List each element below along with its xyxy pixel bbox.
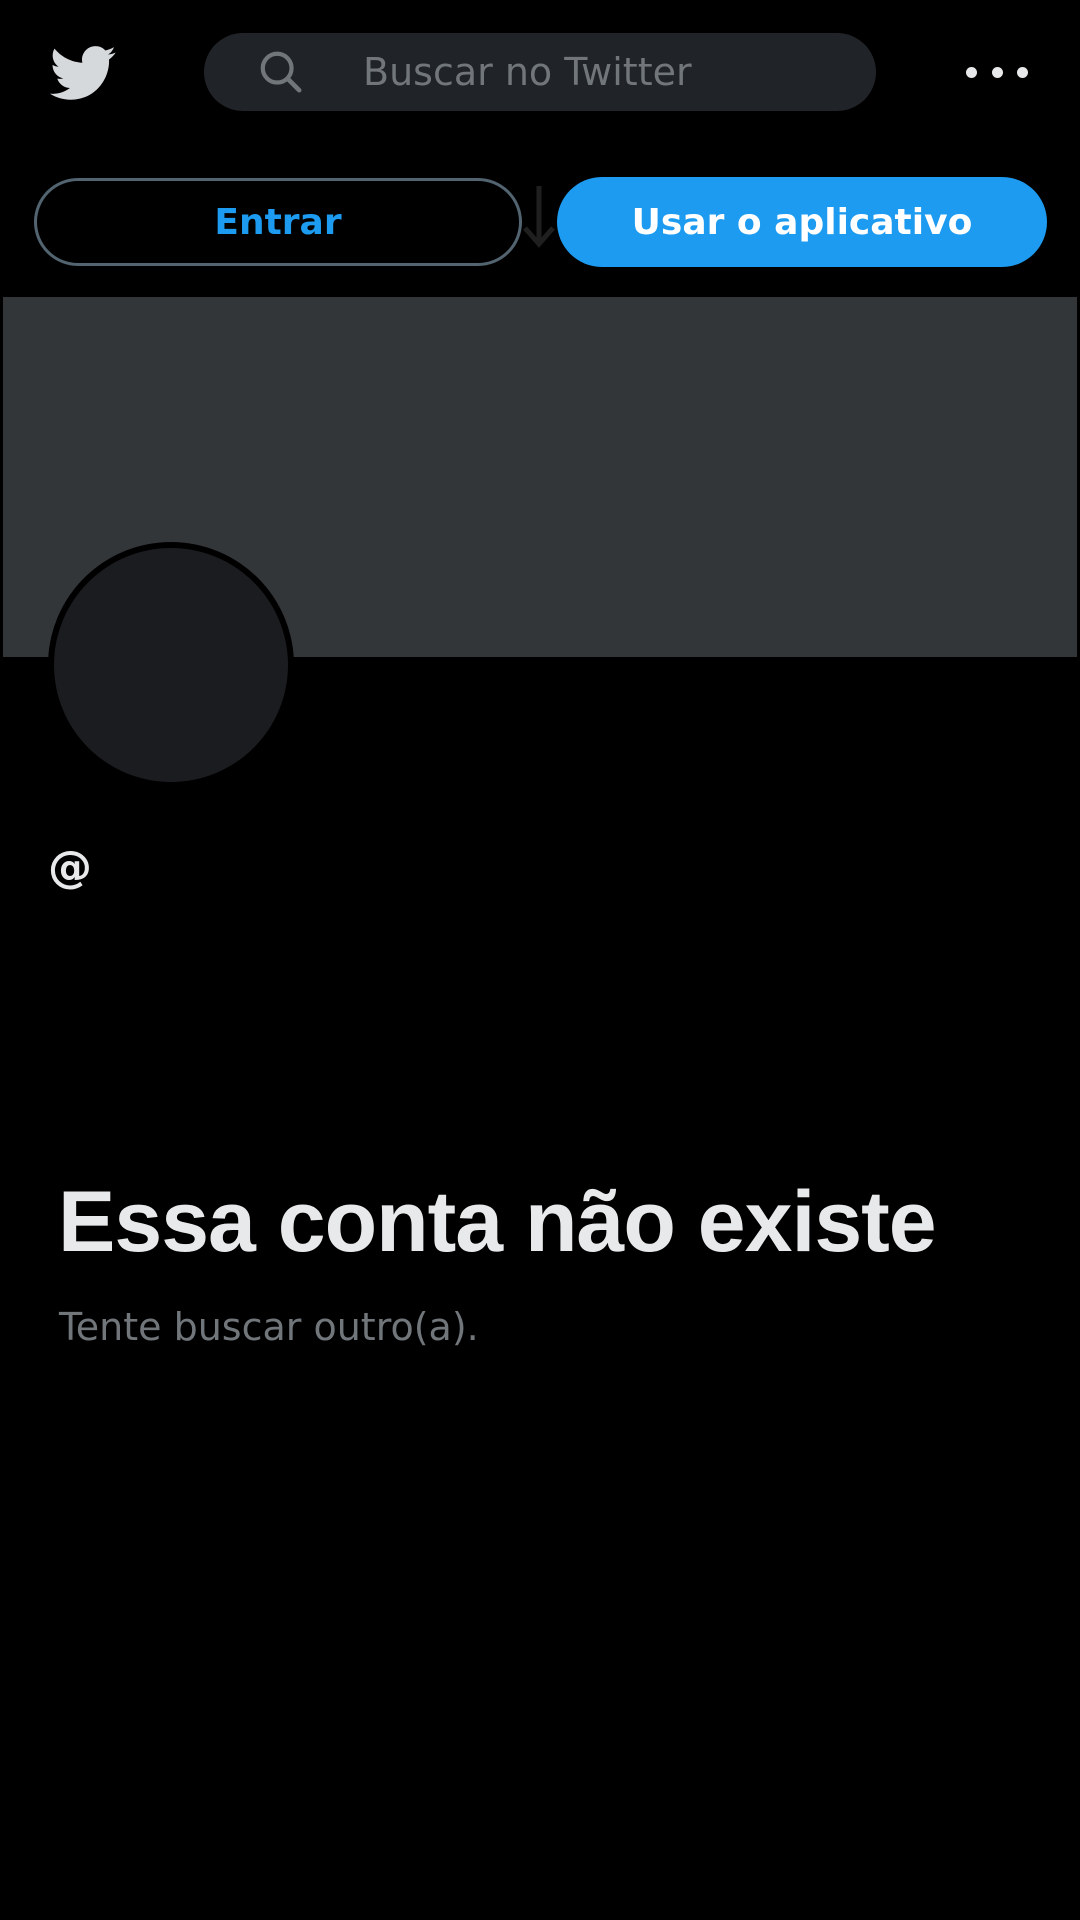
search-bar[interactable]: Buscar no Twitter	[204, 33, 876, 111]
top-bar: Buscar no Twitter	[0, 0, 1080, 145]
use-app-button-label: Usar o aplicativo	[631, 201, 973, 243]
empty-state-subtitle: Tente buscar outro(a).	[59, 1305, 479, 1349]
profile-handle: @	[48, 842, 92, 893]
avatar	[48, 542, 294, 788]
more-horizontal-icon	[966, 66, 977, 78]
search-icon	[260, 51, 302, 93]
avatar-placeholder	[54, 548, 288, 782]
more-dot	[1017, 66, 1028, 78]
more-dot	[991, 66, 1003, 78]
login-button-label: Entrar	[214, 201, 342, 243]
profile-page: Buscar no Twitter Entrar Usar o aplicati…	[0, 0, 1080, 1920]
download-arrow-icon	[523, 186, 555, 248]
more-options-button[interactable]	[966, 52, 1028, 92]
login-button[interactable]: Entrar	[34, 178, 522, 266]
search-input[interactable]: Buscar no Twitter	[363, 33, 692, 111]
twitter-bird-icon[interactable]	[47, 44, 117, 102]
use-app-button[interactable]: Usar o aplicativo	[557, 177, 1047, 267]
empty-state-title: Essa conta não existe	[58, 1174, 937, 1270]
